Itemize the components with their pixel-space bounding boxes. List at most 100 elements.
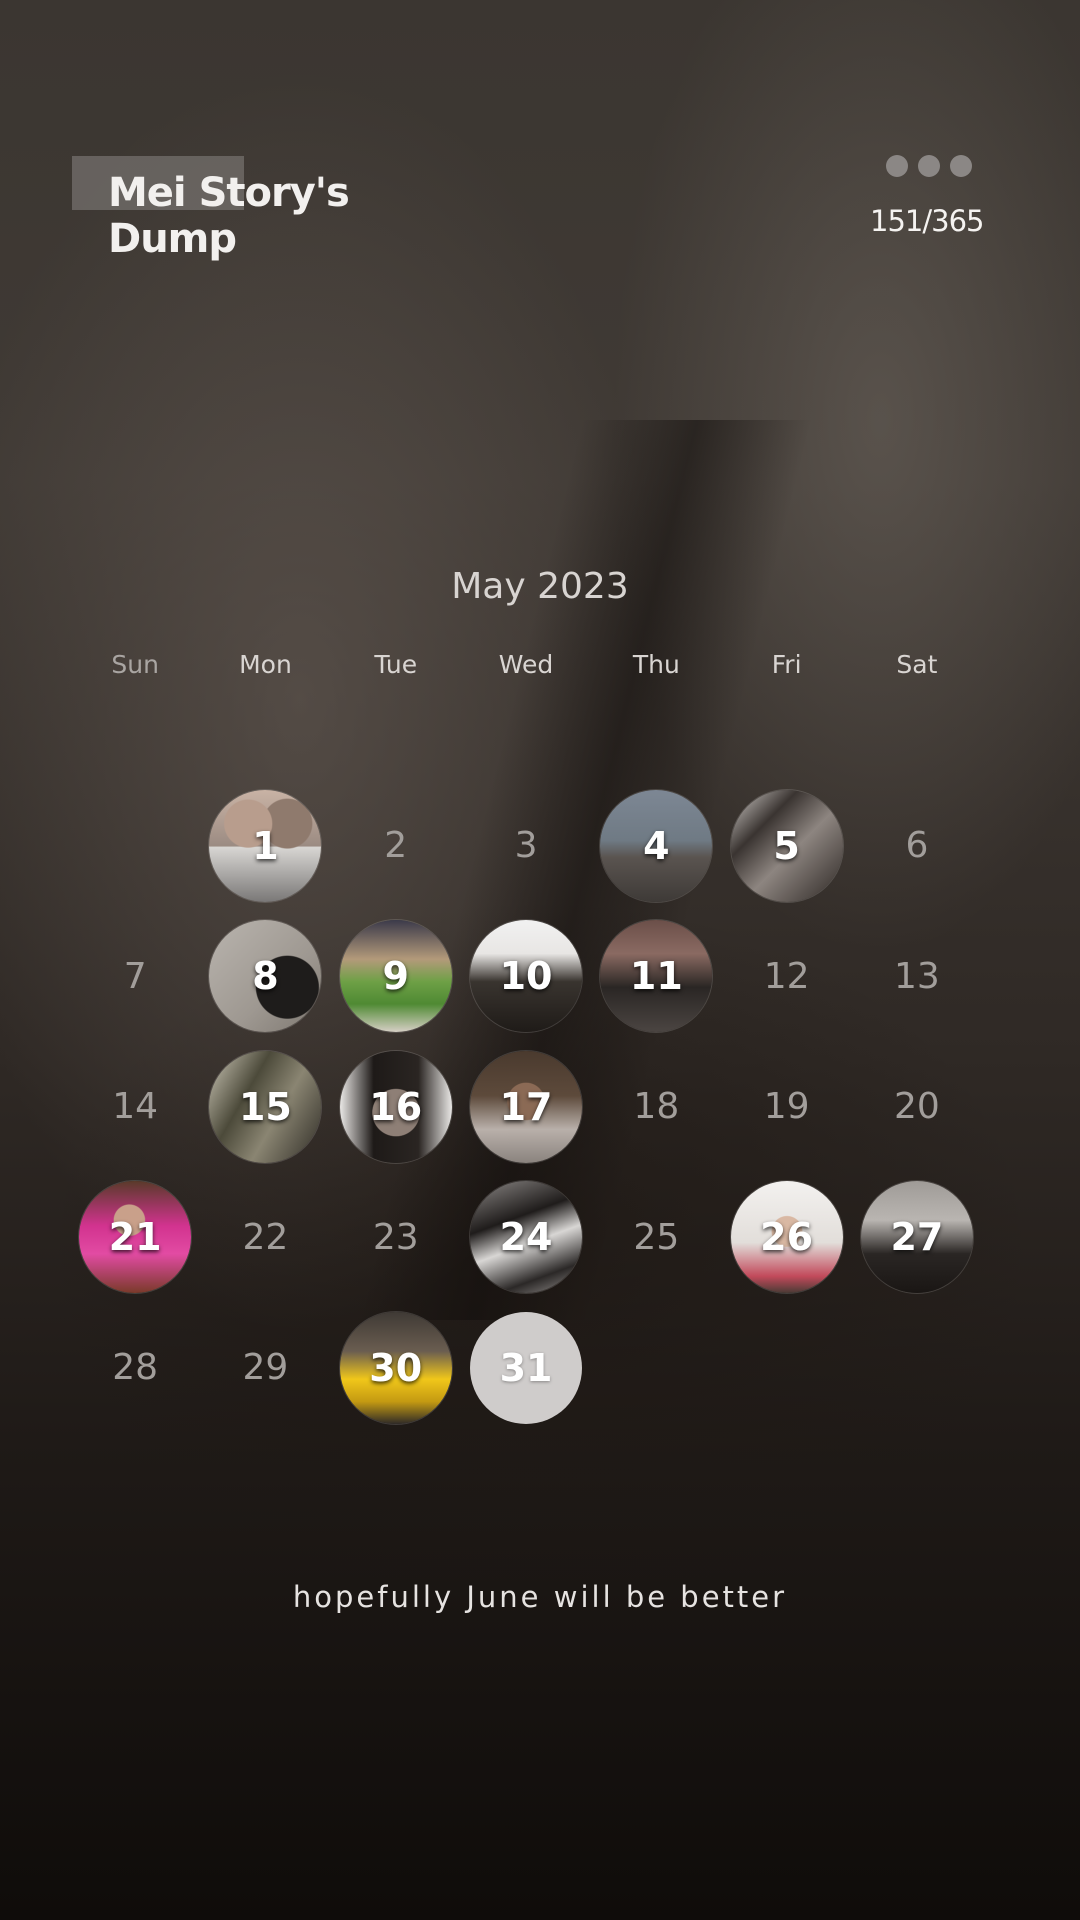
day-photo-11[interactable]: 11 — [600, 920, 713, 1033]
day-cell-1: 1 — [200, 781, 330, 912]
month-title: May 2023 — [451, 566, 629, 607]
day-28: 28 — [79, 1312, 191, 1424]
day-number: 30 — [369, 1345, 423, 1390]
day-number: 24 — [499, 1215, 553, 1260]
day-number: 29 — [242, 1347, 289, 1389]
day-cell-16: 16 — [331, 1042, 461, 1173]
day-number: 5 — [773, 823, 800, 868]
day-photo-30[interactable]: 30 — [339, 1311, 452, 1424]
day-cell-8: 8 — [200, 911, 330, 1042]
dot — [950, 155, 972, 177]
day-number: 9 — [382, 954, 409, 999]
day-cell-2: 2 — [331, 781, 461, 912]
day-photo-17[interactable]: 17 — [470, 1050, 583, 1163]
weekday-tue: Tue — [374, 650, 418, 679]
day-cell-31: 31 — [461, 1303, 591, 1434]
day-photo-15[interactable]: 15 — [209, 1050, 322, 1163]
day-7: 7 — [79, 920, 191, 1032]
story-title-line-2: Dump — [108, 216, 237, 262]
day-cell-11: 11 — [591, 911, 721, 1042]
day-cell-3: 3 — [461, 781, 591, 912]
day-cell-6: 6 — [852, 781, 982, 912]
day-19: 19 — [731, 1051, 843, 1163]
more-dots-icon[interactable] — [886, 155, 972, 177]
day-photo-27[interactable]: 27 — [860, 1181, 973, 1294]
day-photo-24[interactable]: 24 — [470, 1181, 583, 1294]
day-number: 22 — [242, 1216, 289, 1258]
day-number: 12 — [763, 955, 810, 997]
day-cell-21: 21 — [70, 1172, 200, 1303]
day-number: 19 — [763, 1086, 810, 1128]
day-cell-26: 26 — [721, 1172, 851, 1303]
story-caption: hopefully June will be better — [292, 1580, 788, 1614]
day-number: 14 — [112, 1086, 159, 1128]
day-cell-18: 18 — [591, 1042, 721, 1173]
day-photo-9[interactable]: 9 — [339, 920, 452, 1033]
empty-cell — [70, 781, 200, 912]
day-cell-27: 27 — [852, 1172, 982, 1303]
day-cell-13: 13 — [852, 911, 982, 1042]
day-number: 27 — [890, 1215, 944, 1260]
day-number: 3 — [514, 825, 538, 867]
day-number: 18 — [633, 1086, 680, 1128]
day-photo-4[interactable]: 4 — [600, 789, 713, 902]
day-number: 8 — [252, 954, 279, 999]
day-number: 20 — [894, 1086, 940, 1128]
day-12: 12 — [731, 920, 843, 1032]
day-number: 10 — [499, 954, 553, 999]
day-photo-1[interactable]: 1 — [209, 789, 322, 902]
day-13: 13 — [861, 920, 973, 1032]
day-number: 28 — [112, 1347, 159, 1389]
day-photo-8[interactable]: 8 — [209, 920, 322, 1033]
day-14: 14 — [79, 1051, 191, 1163]
day-cell-29: 29 — [200, 1303, 330, 1434]
dot — [918, 155, 940, 177]
day-cell-4: 4 — [591, 781, 721, 912]
day-cell-24: 24 — [461, 1172, 591, 1303]
day-cell-23: 23 — [331, 1172, 461, 1303]
weekday-fri: Fri — [771, 650, 802, 679]
day-cell-14: 14 — [70, 1042, 200, 1173]
day-cell-7: 7 — [70, 911, 200, 1042]
day-number: 1 — [252, 823, 279, 868]
day-photo-16[interactable]: 16 — [339, 1050, 452, 1163]
weekday-sun: Sun — [111, 650, 159, 679]
dot — [886, 155, 908, 177]
story-title-line-1: Mei Story's — [108, 170, 350, 216]
day-cell-22: 22 — [200, 1172, 330, 1303]
day-number: 2 — [384, 825, 408, 867]
day-20: 20 — [861, 1051, 973, 1163]
day-number: 7 — [123, 955, 147, 997]
day-number: 26 — [760, 1215, 814, 1260]
day-cell-17: 17 — [461, 1042, 591, 1173]
day-cell-30: 30 — [331, 1303, 461, 1434]
day-cell-9: 9 — [331, 911, 461, 1042]
day-photo-5[interactable]: 5 — [730, 789, 843, 902]
weekday-sat: Sat — [896, 650, 938, 679]
day-number: 31 — [499, 1345, 553, 1390]
day-photo-21[interactable]: 21 — [79, 1181, 192, 1294]
day-number: 13 — [894, 955, 940, 997]
day-23: 23 — [340, 1181, 452, 1293]
day-cell-20: 20 — [852, 1042, 982, 1173]
day-today-31[interactable]: 31 — [470, 1311, 583, 1424]
weekday-thu: Thu — [632, 650, 680, 679]
day-cell-19: 19 — [721, 1042, 851, 1173]
day-number: 23 — [372, 1216, 419, 1258]
day-3: 3 — [470, 790, 582, 902]
day-photo-10[interactable]: 10 — [470, 920, 583, 1033]
day-number: 6 — [905, 825, 929, 867]
calendar-grid: Sun Mon Tue Wed Thu Fri Sat 1 2 3 4 5 6 7 8 9 10 11 12 13 14… — [70, 650, 982, 1433]
day-25: 25 — [600, 1181, 712, 1293]
day-number: 15 — [238, 1084, 292, 1129]
day-cell-5: 5 — [721, 781, 851, 912]
day-number: 16 — [369, 1084, 423, 1129]
day-number: 21 — [108, 1215, 162, 1260]
day-22: 22 — [209, 1181, 321, 1293]
day-cell-15: 15 — [200, 1042, 330, 1173]
story-title: Mei Story's Dump — [108, 170, 438, 262]
day-6: 6 — [861, 790, 973, 902]
day-cell-10: 10 — [461, 911, 591, 1042]
day-2: 2 — [340, 790, 452, 902]
day-photo-26[interactable]: 26 — [730, 1181, 843, 1294]
